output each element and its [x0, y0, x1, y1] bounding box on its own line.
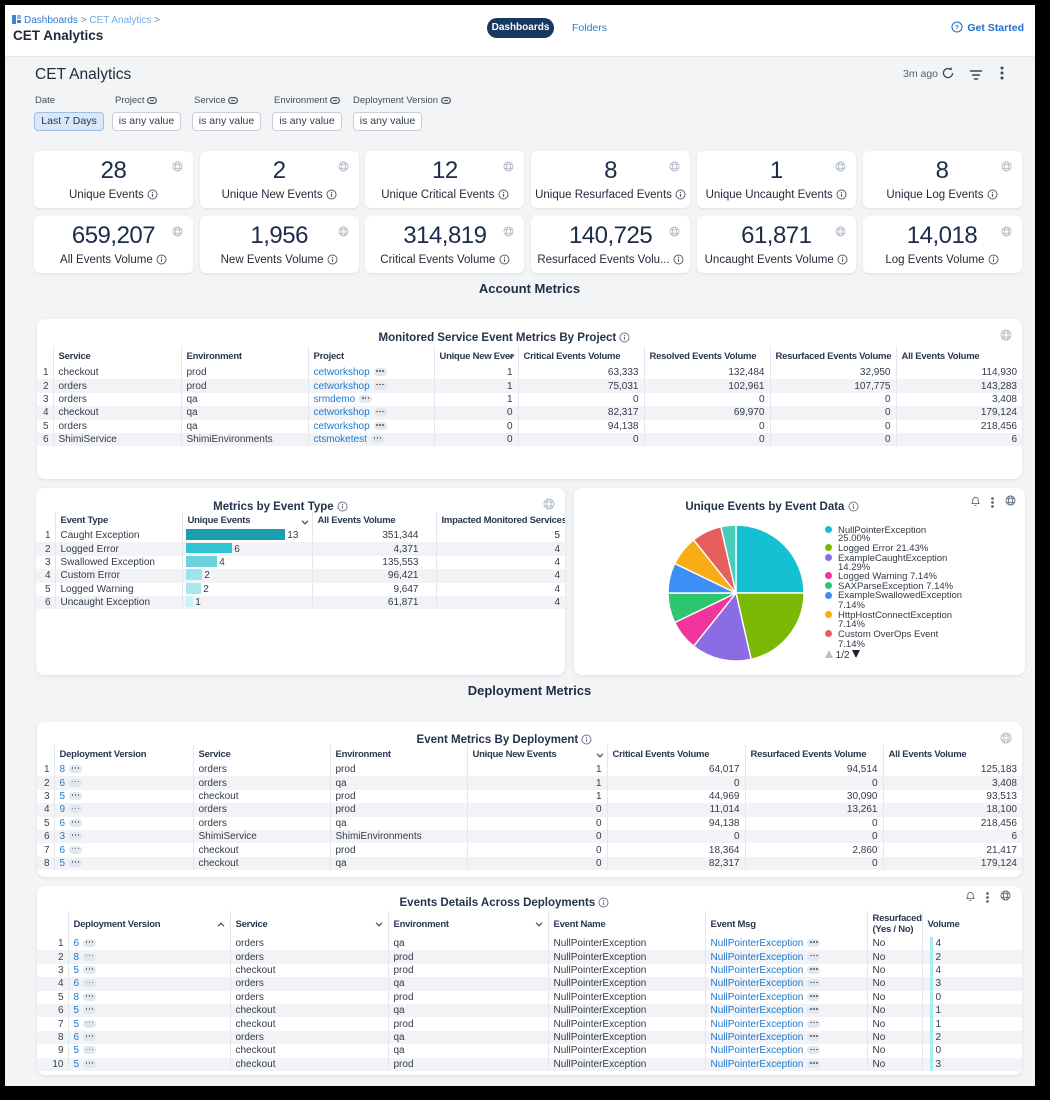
- svg-text:?: ?: [955, 24, 959, 31]
